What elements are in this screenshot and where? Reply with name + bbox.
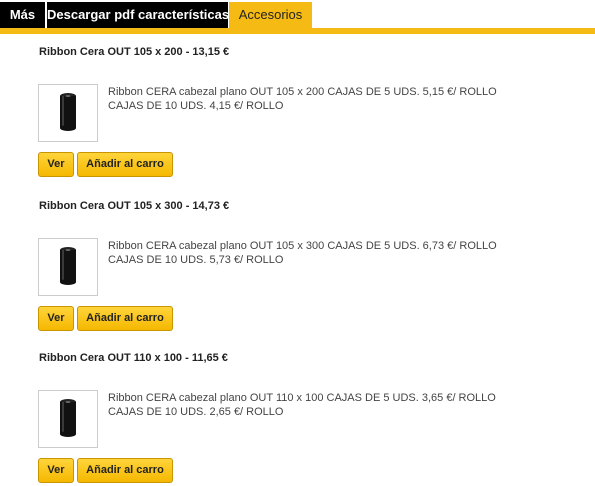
product-description: Ribbon CERA cabezal plano OUT 110 x 100 … <box>108 392 496 418</box>
product-image[interactable] <box>38 390 98 448</box>
add-to-cart-button[interactable]: Añadir al carro <box>77 306 173 331</box>
add-to-cart-button[interactable]: Añadir al carro <box>77 458 173 483</box>
view-button[interactable]: Ver <box>38 152 74 177</box>
product-image[interactable] <box>38 84 98 142</box>
product-description: Ribbon CERA cabezal plano OUT 105 x 200 … <box>108 86 497 112</box>
add-to-cart-button[interactable]: Añadir al carro <box>77 152 173 177</box>
view-button[interactable]: Ver <box>38 458 74 483</box>
tab-descargar-pdf[interactable]: Descargar pdf características <box>47 2 229 28</box>
tab-mas[interactable]: Más <box>0 2 45 28</box>
tab-underline <box>0 28 595 34</box>
ribbon-roll-icon <box>60 93 76 131</box>
product-description: Ribbon CERA cabezal plano OUT 105 x 300 … <box>108 240 497 266</box>
product-title: Ribbon Cera OUT 105 x 200 - 13,15 € <box>39 46 230 58</box>
ribbon-roll-icon <box>60 247 76 285</box>
product-title: Ribbon Cera OUT 105 x 300 - 14,73 € <box>39 200 230 212</box>
ribbon-roll-icon <box>60 399 76 437</box>
tab-bar: Más Descargar pdf características Acceso… <box>0 0 595 36</box>
product-title: Ribbon Cera OUT 110 x 100 - 11,65 € <box>39 352 228 364</box>
view-button[interactable]: Ver <box>38 306 74 331</box>
product-image[interactable] <box>38 238 98 296</box>
tab-accesorios[interactable]: Accesorios <box>229 2 312 30</box>
